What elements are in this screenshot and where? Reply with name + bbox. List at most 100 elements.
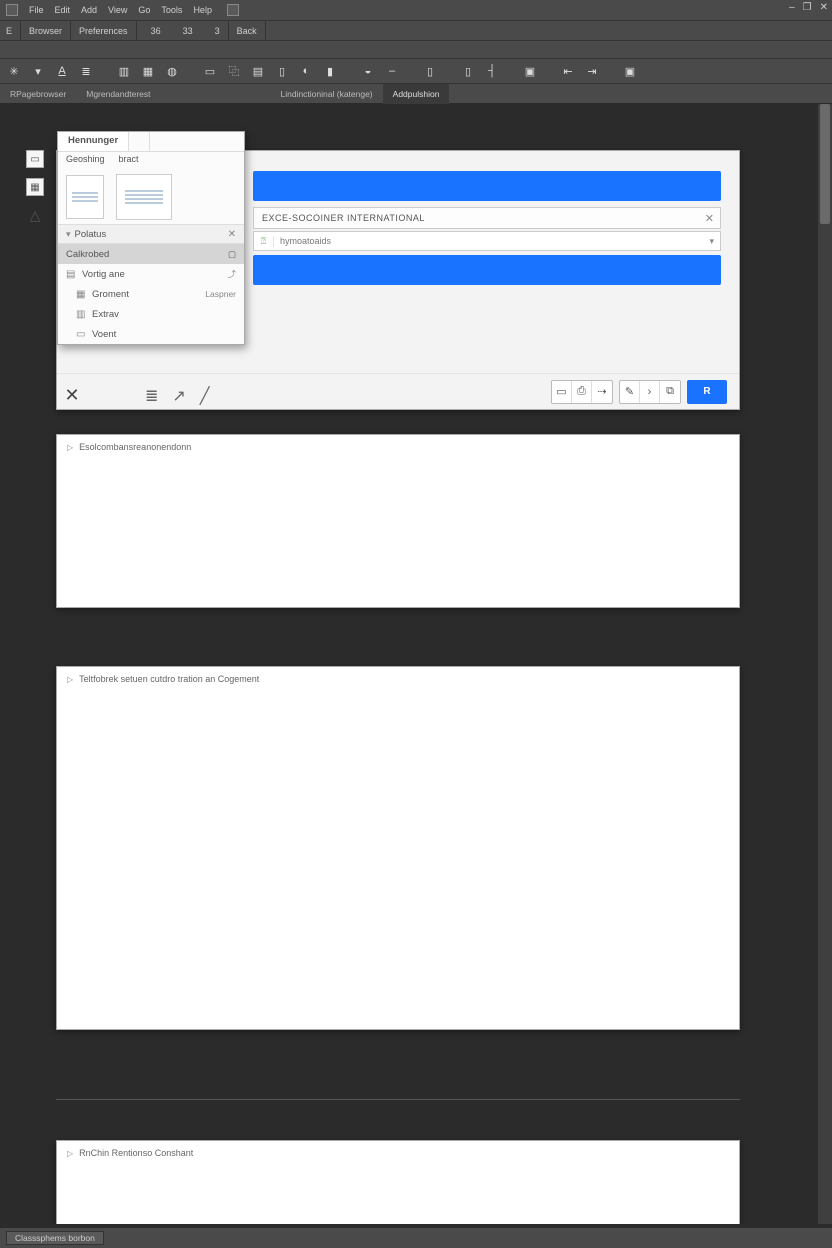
tb-globe-icon[interactable]: ◍ [164, 63, 180, 79]
rail-icon-0[interactable]: ▭ [26, 150, 44, 168]
panel-row-3[interactable]: ▥ Extrav [58, 304, 244, 324]
panel-tab-0[interactable]: Hennunger [58, 132, 129, 151]
card0-header[interactable]: ▷ Esolcombansreanonendonn [57, 435, 739, 459]
window-controls: – ❐ ✕ [789, 2, 828, 13]
doctab-4[interactable]: Addpulshion [383, 84, 450, 104]
panel-row-4-icon: ▭ [76, 329, 92, 340]
main-canvas: EXCE-SOCOINER INTERNATIONAL ✕ ⍰ hymoatoa… [0, 104, 818, 1224]
card1-header[interactable]: ▷ Teltfobrek setuen cutdro tration an Co… [57, 667, 739, 691]
footer-tool-notes-icon[interactable]: ≣ [145, 386, 158, 406]
panel-row-1-label: Vortig ane [82, 269, 125, 280]
doctab-1[interactable]: Mgrendandterest [76, 84, 160, 104]
close-icon[interactable]: ✕ [820, 2, 828, 13]
tb-doc-icon[interactable]: ▯ [274, 63, 290, 79]
dialog-footer: ✕ ≣ ↗ ╱ ▭ ⎙ ⇢ ✎ › ⧉ R [57, 373, 739, 409]
panel-thumb-1[interactable] [116, 174, 172, 220]
appmenu-icon[interactable] [6, 4, 18, 16]
field-prefix-icon: ⍰ [254, 236, 274, 247]
minimize-icon[interactable]: – [789, 2, 795, 13]
menu-view[interactable]: View [108, 5, 127, 15]
ribbon-num-0[interactable]: 36 [143, 21, 169, 41]
seg-print-icon[interactable]: ⎙ [572, 381, 592, 403]
tb-grid-icon[interactable]: ▦ [140, 63, 156, 79]
field-placeholder: hymoatoaids [274, 236, 331, 246]
doctab-0[interactable]: RPagebrowser [0, 84, 76, 104]
panel-row-4[interactable]: ▭ Voent [58, 324, 244, 344]
maximize-icon[interactable]: ❐ [803, 2, 812, 13]
rail-icon-1[interactable]: ▦ [26, 178, 44, 196]
dialog-field[interactable]: ⍰ hymoatoaids ▾ [253, 231, 721, 251]
tb-page-icon[interactable]: ▯ [422, 63, 438, 79]
seg-run-icon[interactable]: ⇢ [592, 381, 612, 403]
card2-header[interactable]: ▷ RnChin Rentionso Conshant [57, 1141, 739, 1165]
footer-tool-line-icon[interactable]: ╱ [200, 386, 210, 406]
content-card-2: ▷ RnChin Rentionso Conshant [56, 1140, 740, 1224]
vertical-scrollbar[interactable] [818, 104, 832, 1224]
seg-next-icon[interactable]: › [640, 381, 660, 403]
menu-add[interactable]: Add [81, 5, 97, 15]
ribbon-tab-e[interactable]: E [0, 21, 20, 41]
ribbon-tab-back[interactable]: Back [229, 21, 265, 41]
tb-paste-icon[interactable]: ▤ [250, 63, 266, 79]
tb-app-icon[interactable]: ▥ [116, 63, 132, 79]
card2-title: RnChin Rentionso Conshant [79, 1148, 193, 1158]
panel-tab-1[interactable] [129, 132, 150, 151]
tb-right-icon[interactable]: ⇥ [584, 63, 600, 79]
panel-subtab-0[interactable]: Geoshing [66, 154, 105, 170]
main-toolbar: ✳ ▾ A ≣ ▥ ▦ ◍ ▭ ⿻ ▤ ▯ ◐ ▮ ◒ – ▯ ▯ ┤ ▣ ⇤ … [0, 58, 832, 84]
menu-go[interactable]: Go [138, 5, 150, 15]
tb-text-icon[interactable]: A [54, 63, 70, 79]
tb-list-icon[interactable]: ≣ [78, 63, 94, 79]
panel-row-1[interactable]: ▤ Vortig ane ⤴ [58, 264, 244, 284]
rail-icon-2[interactable]: △ [26, 206, 44, 224]
ribbon-tab-preferences[interactable]: Preferences [71, 21, 136, 41]
menu-help[interactable]: Help [193, 5, 212, 15]
panel-thumb-0[interactable] [66, 175, 104, 219]
primary-button[interactable]: R [687, 380, 727, 404]
dialog-close-icon[interactable]: ✕ [705, 212, 714, 225]
tb-redo-icon[interactable]: ▮ [322, 63, 338, 79]
side-panel: ▭ ▦ △ Hennunger Geoshing bract [57, 131, 245, 345]
panel-row-0-right-icon: ▢ [228, 249, 236, 260]
tb-copy-icon[interactable]: ⿻ [226, 63, 242, 79]
status-bar: Classsphems borbon [0, 1228, 832, 1248]
footer-tool-arrow-icon[interactable]: ↗ [172, 386, 185, 406]
doctab-2[interactable] [161, 84, 271, 104]
seg-edit-icon[interactable]: ✎ [620, 381, 640, 403]
seg-rect-icon[interactable]: ▭ [552, 381, 572, 403]
tb-new-icon[interactable]: ✳ [6, 63, 22, 79]
panel-row-0[interactable]: Calkrobed ▢ [58, 244, 244, 264]
panel-row-2[interactable]: ▦ Groment Laspner [58, 284, 244, 304]
scrollbar-thumb[interactable] [820, 104, 830, 224]
tb-img-icon[interactable]: ▣ [522, 63, 538, 79]
tb-save-icon[interactable]: ▾ [30, 63, 46, 79]
panel-subtabs: Geoshing bract [58, 152, 244, 170]
ribbon-num-2[interactable]: 3 [207, 21, 228, 41]
tb-min-icon[interactable]: – [384, 63, 400, 79]
doctab-3[interactable]: Lindinctioninal (katenge) [271, 84, 383, 104]
tb-undo-icon[interactable]: ◐ [298, 63, 314, 79]
tb-ruler-icon[interactable]: ┤ [484, 63, 500, 79]
panel-row-4-label: Voent [92, 329, 116, 340]
expand-icon: ▷ [67, 675, 73, 684]
tb-left-icon[interactable]: ⇤ [560, 63, 576, 79]
panel-section-header[interactable]: ▾ Polatus ✕ [58, 224, 244, 244]
menu-tools[interactable]: Tools [161, 5, 182, 15]
panel-section-close-icon[interactable]: ✕ [228, 229, 236, 240]
tb-clip-icon[interactable]: ◒ [360, 63, 376, 79]
panel-subtab-1[interactable]: bract [119, 154, 139, 170]
footer-close-icon[interactable]: ✕ [61, 385, 83, 406]
seg-copy-icon[interactable]: ⧉ [660, 381, 680, 403]
panel-row-2-icon: ▦ [76, 289, 92, 300]
tb-phone-icon[interactable]: ▯ [460, 63, 476, 79]
menu-file[interactable]: File [29, 5, 44, 15]
ribbon-tab-browser[interactable]: Browser [21, 21, 70, 41]
menu-extra-icon[interactable] [227, 4, 239, 16]
panel-row-3-label: Extrav [92, 309, 119, 320]
ribbon-num-1[interactable]: 33 [175, 21, 201, 41]
tb-box-icon[interactable]: ▣ [622, 63, 638, 79]
field-dropdown-icon[interactable]: ▾ [709, 236, 714, 247]
tb-misc-icon[interactable]: ▭ [202, 63, 218, 79]
menu-edit[interactable]: Edit [55, 5, 71, 15]
panel-section-label: Polatus [75, 229, 107, 240]
